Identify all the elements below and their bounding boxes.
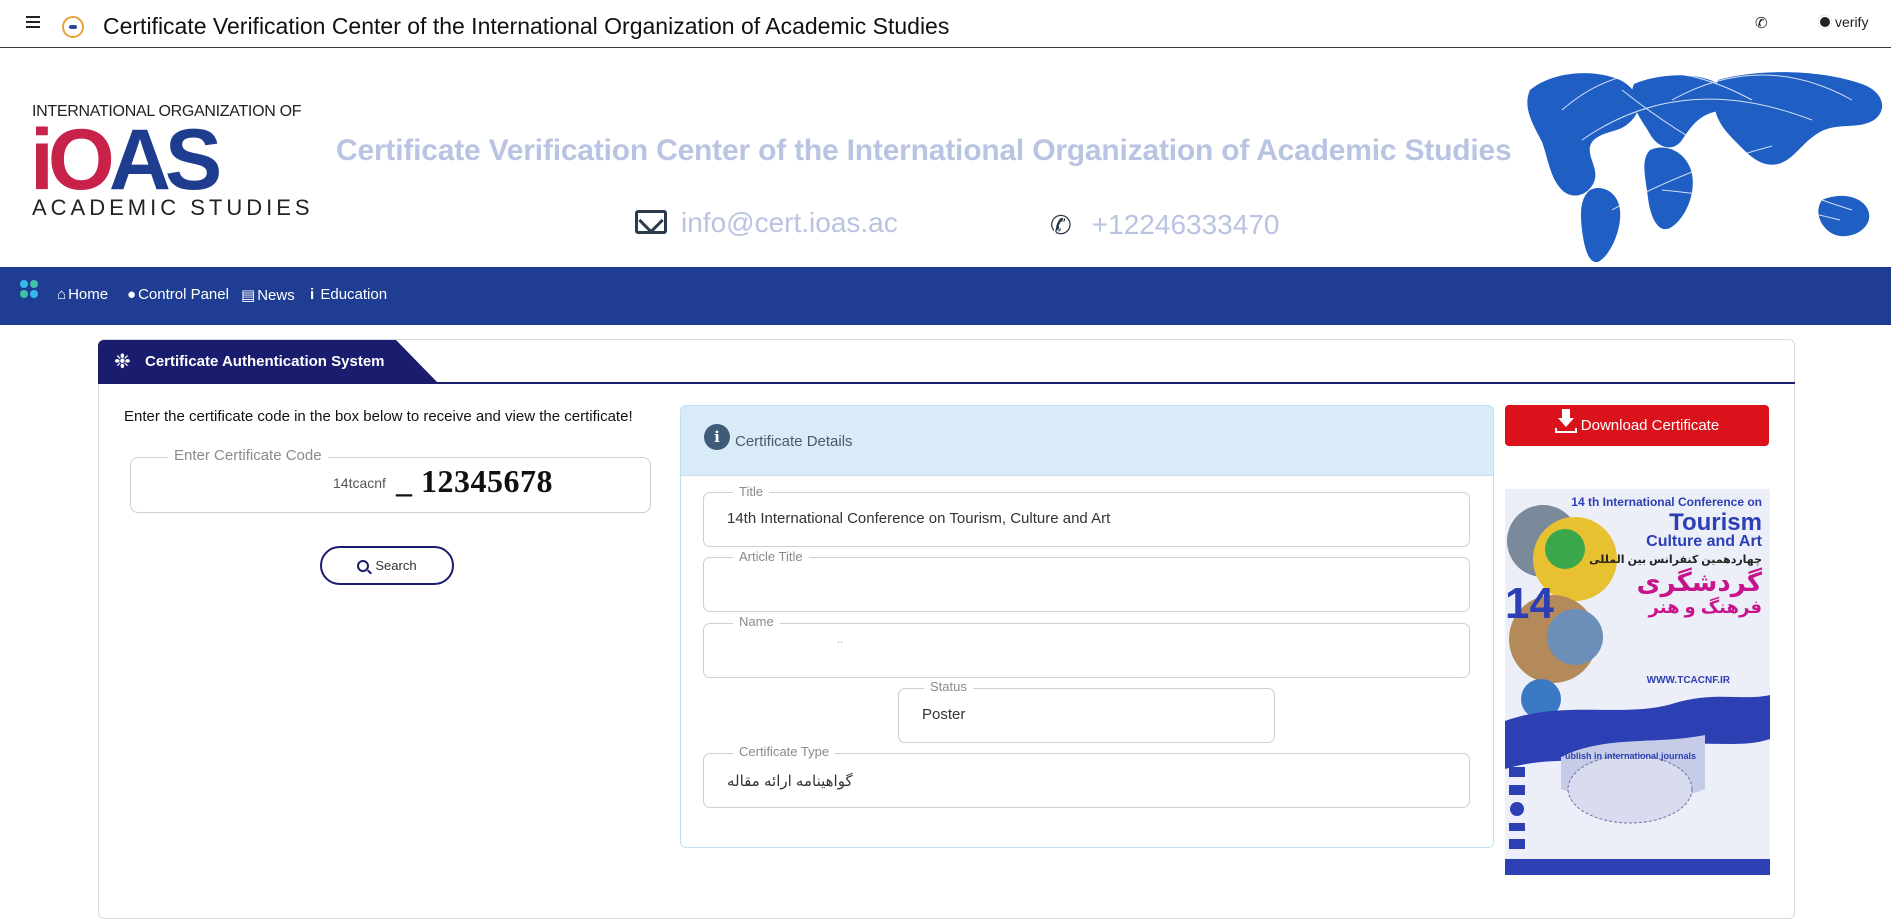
name-label: Name — [733, 614, 780, 629]
search-button[interactable]: Search — [320, 546, 454, 585]
mail-icon — [635, 210, 667, 234]
poster-line-1: 14 th International Conference on — [1571, 495, 1762, 509]
phone-icon[interactable]: ✆ — [1755, 14, 1768, 32]
conference-poster-image[interactable]: 14 th International Conference on Touris… — [1505, 489, 1770, 875]
user-icon: ● — [127, 286, 137, 303]
certificate-code-field[interactable] — [130, 457, 651, 513]
search-icon — [357, 559, 370, 572]
site-title: Certificate Verification Center of the I… — [103, 13, 950, 39]
status-label: Status — [924, 679, 973, 694]
nav-education[interactable]: i Education — [310, 286, 387, 303]
banner-title: Certificate Verification Center of the I… — [336, 134, 1512, 167]
info-icon: i — [310, 286, 315, 303]
apps-icon[interactable] — [20, 280, 40, 300]
article-title-label: Article Title — [733, 549, 809, 564]
nav-home[interactable]: ⌂ Home — [57, 286, 108, 303]
title-label: Title — [733, 484, 770, 499]
ioas-logo: INTERNATIONAL ORGANIZATION OF iOAS ACADE… — [30, 53, 310, 220]
info-icon: i — [704, 424, 730, 450]
certificate-type-value: گواهینامه ارائه مقاله — [727, 773, 853, 790]
logo-main-text: iOAS — [30, 112, 222, 208]
logo-bottom-text: ACADEMIC STUDIES — [32, 195, 314, 220]
certificate-type-label: Certificate Type — [733, 744, 836, 759]
status-value: Poster — [922, 706, 966, 723]
certificate-code-input[interactable]: _ 12345678 — [396, 463, 553, 500]
certificate-code-label: Enter Certificate Code — [168, 447, 328, 464]
instructions-text: Enter the certificate code in the box be… — [124, 408, 633, 425]
poster-line-4: چهاردهمین کنفرانس بین المللی — [1589, 554, 1762, 566]
certificate-details-panel: i Certificate Details Title 14th Interna… — [680, 405, 1494, 848]
banner-phone[interactable]: ✆ +12246333470 — [1050, 209, 1279, 241]
site-logo-icon[interactable] — [62, 16, 84, 38]
title-value: 14th International Conference on Tourism… — [727, 510, 1111, 527]
home-icon: ⌂ — [57, 286, 67, 303]
tab-title: Certificate Authentication System — [145, 353, 385, 370]
name-value: .. — [837, 634, 844, 646]
banner-email[interactable]: info@cert.ioas.ac — [635, 207, 898, 239]
download-certificate-button[interactable]: Download Certificate — [1505, 405, 1769, 446]
nav-control-panel[interactable]: ● Control Panel — [127, 286, 229, 303]
nav-news[interactable]: ▤ News — [241, 286, 295, 304]
top-bar: Certificate Verification Center of the I… — [0, 0, 1891, 48]
newspaper-icon: ▤ — [241, 287, 256, 304]
article-title-field — [703, 557, 1470, 612]
poster-line-5: گردشگری — [1636, 567, 1762, 597]
poster-website: WWW.TCACNF.IR — [1646, 675, 1730, 686]
poster-line-3: Culture and Art — [1646, 533, 1762, 550]
menu-icon[interactable] — [26, 16, 40, 28]
phone-icon: ✆ — [1050, 210, 1072, 240]
details-header: i Certificate Details — [681, 406, 1493, 476]
world-map-image — [1527, 71, 1883, 263]
poster-line-6: فرهنگ و هنر — [1648, 597, 1762, 617]
poster-journals: Publish in international journals — [1559, 751, 1697, 761]
tab-underline — [98, 382, 1795, 384]
certificate-code-prefix: 14tcacnf — [333, 475, 386, 491]
gear-icon — [1818, 15, 1832, 29]
details-title: Certificate Details — [735, 433, 853, 450]
verify-link[interactable]: verify — [1818, 14, 1868, 30]
poster-number: 14 — [1505, 579, 1554, 628]
download-icon — [1554, 408, 1577, 435]
gear-icon: ❉ — [114, 351, 131, 373]
name-field — [703, 623, 1470, 678]
